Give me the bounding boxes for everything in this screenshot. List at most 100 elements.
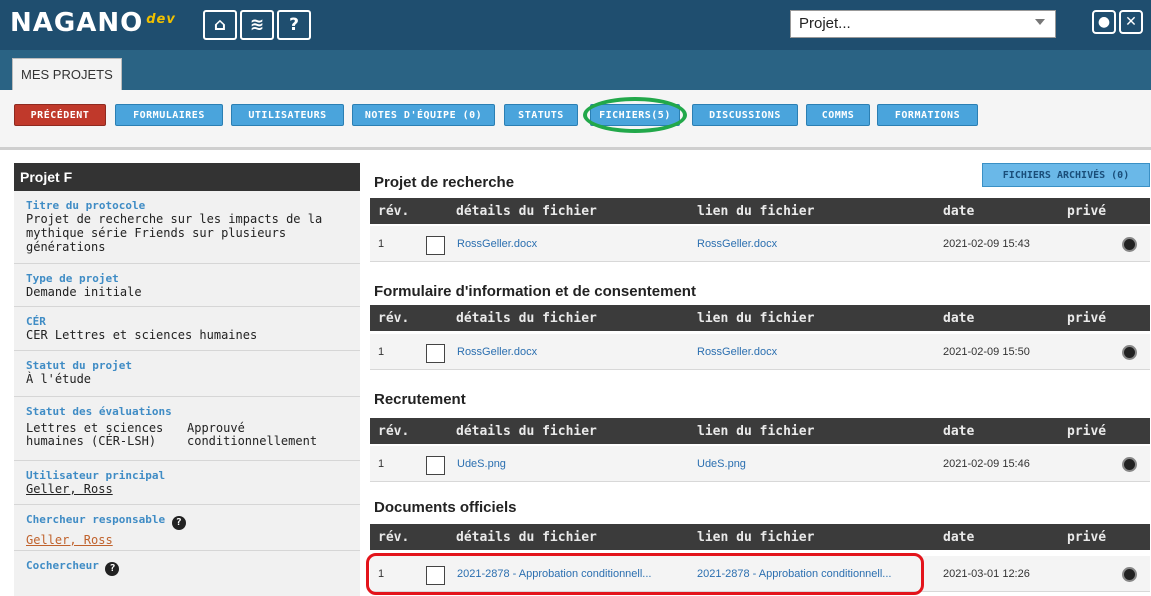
help-icon[interactable]: ? bbox=[171, 516, 186, 530]
private-icon[interactable] bbox=[1122, 457, 1137, 472]
logo-suffix: dev bbox=[146, 12, 176, 27]
help-icon[interactable]: ? bbox=[105, 562, 120, 576]
col-link: lien du fichier bbox=[697, 530, 815, 545]
previous-button[interactable]: PRÉCÉDENT bbox=[14, 104, 106, 126]
chevron-down-icon bbox=[1035, 19, 1045, 25]
fichiers-highlight bbox=[583, 97, 687, 133]
main-user-section: Utilisateur principal Geller, Ross bbox=[14, 461, 360, 505]
cer-value: CER Lettres et sciences humaines bbox=[26, 328, 258, 342]
table-row: 1 RossGeller.docx RossGeller.docx 2021-0… bbox=[370, 226, 1150, 262]
close-icon[interactable]: ✕ bbox=[1119, 10, 1143, 34]
row-checkbox[interactable] bbox=[426, 344, 445, 363]
nagano-logo[interactable]: NAGANO dev bbox=[10, 8, 176, 38]
formations-button[interactable]: FORMATIONS bbox=[877, 104, 978, 126]
file-details-link[interactable]: RossGeller.docx bbox=[457, 346, 537, 358]
responsible-link[interactable]: Geller, Ross bbox=[26, 533, 348, 547]
table-row: 1 UdeS.png UdeS.png 2021-02-09 15:46 bbox=[370, 446, 1150, 482]
cer-label: CÉR bbox=[26, 315, 46, 328]
files-panel: FICHIERS ARCHIVÉS (0) Projet de recherch… bbox=[366, 163, 1151, 596]
row-rev: 1 bbox=[378, 458, 385, 470]
tab-mes-projets[interactable]: MES PROJETS bbox=[12, 58, 122, 90]
type-section: Type de projet Demande initiale bbox=[14, 264, 360, 307]
project-sidebar: Projet F Titre du protocole Projet de re… bbox=[14, 163, 360, 596]
col-link: lien du fichier bbox=[697, 311, 815, 326]
table-header: rév. détails du fichier lien du fichier … bbox=[370, 198, 1150, 224]
col-private: privé bbox=[1067, 530, 1107, 545]
row-date: 2021-02-09 15:43 bbox=[943, 238, 1030, 250]
eval-section: Statut des évaluations Lettres et scienc… bbox=[14, 397, 360, 461]
col-link: lien du fichier bbox=[697, 204, 815, 219]
responsible-label: Chercheur responsable bbox=[26, 513, 166, 526]
col-date: date bbox=[943, 311, 975, 326]
private-icon[interactable] bbox=[1122, 567, 1137, 582]
section-title: Documents officiels bbox=[374, 499, 517, 516]
file-link[interactable]: UdeS.png bbox=[697, 458, 746, 470]
type-value: Demande initiale bbox=[26, 285, 142, 299]
eval-label: Statut des évaluations bbox=[26, 405, 172, 418]
notes-equipe-button[interactable]: NOTES D'ÉQUIPE (0) bbox=[352, 104, 495, 126]
private-icon[interactable] bbox=[1122, 345, 1137, 360]
col-details: détails du fichier bbox=[456, 424, 597, 439]
file-details-link[interactable]: RossGeller.docx bbox=[457, 238, 537, 250]
tab-bar bbox=[0, 50, 1151, 90]
comms-button[interactable]: COMMS bbox=[806, 104, 870, 126]
row-date: 2021-02-09 15:50 bbox=[943, 346, 1030, 358]
cer-section: CÉR CER Lettres et sciences humaines bbox=[14, 307, 360, 351]
type-label: Type de projet bbox=[26, 272, 119, 285]
table-header: rév. détails du fichier lien du fichier … bbox=[370, 305, 1150, 331]
table-header: rév. détails du fichier lien du fichier … bbox=[370, 418, 1150, 444]
file-details-link[interactable]: UdeS.png bbox=[457, 458, 506, 470]
col-date: date bbox=[943, 204, 975, 219]
table-header: rév. détails du fichier lien du fichier … bbox=[370, 524, 1150, 550]
private-icon[interactable] bbox=[1122, 237, 1137, 252]
sidebar-title: Projet F bbox=[14, 163, 360, 191]
row-date: 2021-02-09 15:46 bbox=[943, 458, 1030, 470]
status-value: À l'étude bbox=[26, 372, 92, 386]
responsible-section: Chercheur responsable ? Geller, Ross bbox=[14, 505, 360, 551]
eval-status: Approuvé conditionnellement bbox=[187, 421, 318, 448]
status-section: Statut du projet À l'étude bbox=[14, 351, 360, 397]
section-title: Formulaire d'information et de consentem… bbox=[374, 283, 696, 300]
col-rev: rév. bbox=[378, 424, 410, 439]
cochercheur-label: Cochercheur bbox=[26, 559, 99, 572]
row-date: 2021-03-01 12:26 bbox=[943, 568, 1030, 580]
col-details: détails du fichier bbox=[456, 204, 597, 219]
file-link[interactable]: RossGeller.docx bbox=[697, 238, 777, 250]
user-icon[interactable]: ● bbox=[1092, 10, 1116, 34]
layers-icon[interactable]: ≋ bbox=[240, 10, 274, 40]
row-checkbox[interactable] bbox=[426, 456, 445, 475]
col-private: privé bbox=[1067, 424, 1107, 439]
row-rev: 1 bbox=[378, 346, 385, 358]
table-row: 1 RossGeller.docx RossGeller.docx 2021-0… bbox=[370, 334, 1150, 370]
col-private: privé bbox=[1067, 204, 1107, 219]
protocol-section: Titre du protocole Projet de recherche s… bbox=[14, 191, 360, 264]
row-checkbox[interactable] bbox=[426, 236, 445, 255]
logo-text: NAGANO bbox=[10, 8, 144, 38]
archived-files-button[interactable]: FICHIERS ARCHIVÉS (0) bbox=[982, 163, 1150, 187]
eval-committee: Lettres et sciences humaines (CÉR-LSH) bbox=[26, 421, 164, 448]
file-link[interactable]: RossGeller.docx bbox=[697, 346, 777, 358]
col-rev: rév. bbox=[378, 311, 410, 326]
home-icon[interactable]: ⌂ bbox=[203, 10, 237, 40]
utilisateurs-button[interactable]: UTILISATEURS bbox=[231, 104, 344, 126]
project-select[interactable]: Projet... bbox=[790, 10, 1056, 38]
col-details: détails du fichier bbox=[456, 311, 597, 326]
col-link: lien du fichier bbox=[697, 424, 815, 439]
official-document-highlight bbox=[366, 553, 924, 595]
row-rev: 1 bbox=[378, 238, 385, 250]
section-title: Recrutement bbox=[374, 391, 466, 408]
col-rev: rév. bbox=[378, 530, 410, 545]
help-icon[interactable]: ? bbox=[277, 10, 311, 40]
col-rev: rév. bbox=[378, 204, 410, 219]
main-user-link[interactable]: Geller, Ross bbox=[26, 482, 348, 496]
statuts-button[interactable]: STATUTS bbox=[504, 104, 578, 126]
status-label: Statut du projet bbox=[26, 359, 132, 372]
protocol-label: Titre du protocole bbox=[26, 199, 146, 212]
col-private: privé bbox=[1067, 311, 1107, 326]
discussions-button[interactable]: DISCUSSIONS bbox=[692, 104, 798, 126]
section-title: Projet de recherche bbox=[374, 174, 515, 191]
col-details: détails du fichier bbox=[456, 530, 597, 545]
col-date: date bbox=[943, 530, 975, 545]
formulaires-button[interactable]: FORMULAIRES bbox=[115, 104, 223, 126]
protocol-value: Projet de recherche sur les impacts de l… bbox=[26, 212, 323, 254]
